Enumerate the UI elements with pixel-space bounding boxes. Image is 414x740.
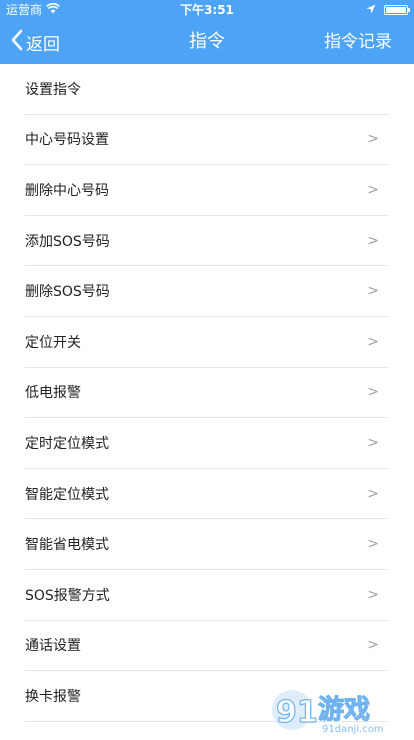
svg-text:91danji.com: 91danji.com [322,724,384,735]
list-item-label: 设置指令 [25,81,81,98]
list-item[interactable]: 低电报警 > [25,368,389,419]
list-item-label: 添加SOS号码 [25,233,110,250]
list-item[interactable]: 添加SOS号码 > [25,216,389,267]
nav-bar: 返回 指令 指令记录 [0,20,414,64]
status-right [366,0,410,20]
status-bar: 运营商 下午3:51 [0,0,414,20]
chevron-right-icon: > [367,283,379,300]
list-item[interactable]: 定位开关 > [25,317,389,368]
list-item[interactable]: 中心号码设置 > [25,115,389,166]
list-item-label: 删除SOS号码 [25,284,110,301]
list-item-label: 低电报警 [25,385,81,402]
list-item[interactable]: 删除SOS号码 > [25,266,389,317]
list-item[interactable]: 智能定位模式 > [25,469,389,520]
chevron-right-icon: > [367,232,379,249]
list-item-label: 通话设置 [25,638,81,655]
list-item[interactable]: 定时定位模式 > [25,418,389,469]
chevron-right-icon: > [367,586,379,603]
list-item[interactable]: 设置指令 [25,64,389,115]
back-button[interactable]: 返回 [10,20,60,64]
list-item-label: 定时定位模式 [25,435,109,452]
battery-level [386,7,406,13]
chevron-right-icon: > [367,131,379,148]
chevron-right-icon: > [367,333,379,350]
list-item-label: 智能省电模式 [25,537,109,554]
list-item-label: 换卡报警 [25,688,81,705]
svg-text:91: 91 [276,695,318,730]
command-list: 设置指令 中心号码设置 > 删除中心号码 > 添加SOS号码 > 删除SOS号码 > 定位开关 > 低… [0,64,414,722]
list-item[interactable]: SOS报警方式 > [25,570,389,621]
status-time: 下午3:51 [180,3,234,17]
command-history-button[interactable]: 指令记录 [324,20,392,64]
app-header: 运营商 下午3:51 返回 指令 指令记录 [0,0,414,64]
list-item[interactable]: 删除中心号码 > [25,165,389,216]
chevron-right-icon: > [367,181,379,198]
list-item[interactable]: 通话设置 > [25,621,389,672]
chevron-right-icon: > [367,434,379,451]
back-label: 返回 [26,34,60,55]
location-arrow-icon [366,0,376,20]
chevron-right-icon: > [367,485,379,502]
chevron-right-icon: > [367,536,379,553]
list-item[interactable]: 智能省电模式 > [25,519,389,570]
chevron-right-icon: > [367,384,379,401]
list-item-label: 删除中心号码 [25,182,109,199]
watermark-logo: 91 游戏 91danji.com [270,684,410,736]
chevron-right-icon: > [367,637,379,654]
battery-icon [384,5,410,15]
list-item-label: 中心号码设置 [25,132,109,149]
list-item-label: 定位开关 [25,334,81,351]
svg-text:游戏: 游戏 [318,695,370,725]
list-item-label: SOS报警方式 [25,587,110,604]
list-item-label: 智能定位模式 [25,486,109,503]
chevron-left-icon [10,29,24,56]
